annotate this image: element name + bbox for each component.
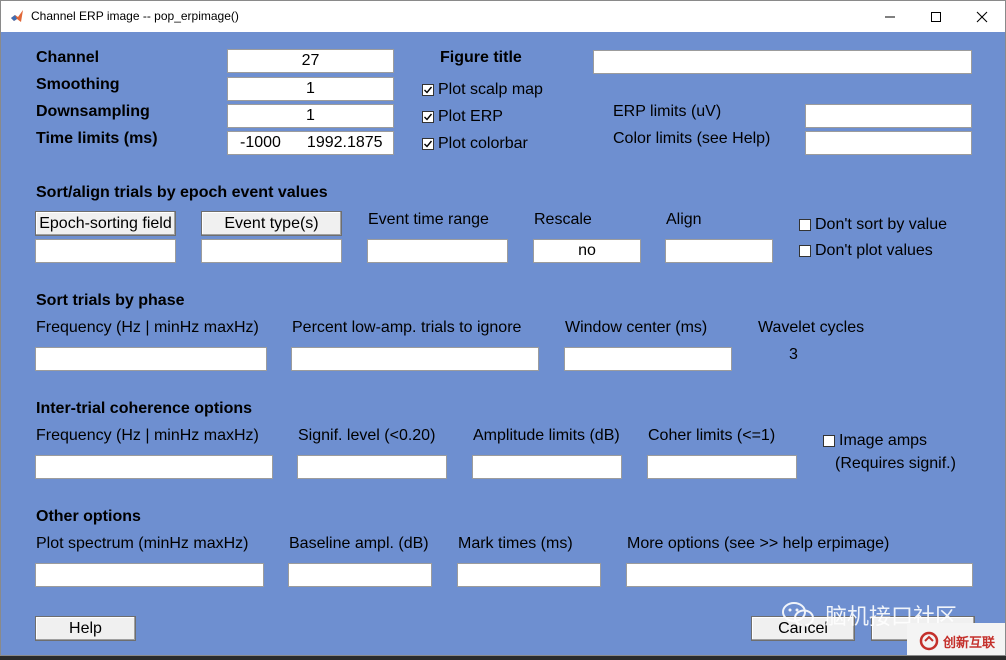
event-types-input[interactable] bbox=[201, 239, 342, 263]
dont-plot-checkbox[interactable]: Don't plot values bbox=[799, 242, 933, 260]
dialog-content: Channel 27 Smoothing 1 Downsampling 1 Ti… bbox=[1, 32, 1005, 655]
percent-low-amp-label: Percent low-amp. trials to ignore bbox=[292, 319, 522, 336]
wechat-icon bbox=[782, 602, 814, 627]
phase-heading: Sort trials by phase bbox=[36, 292, 185, 309]
rescale-input[interactable]: no bbox=[533, 239, 641, 263]
checkbox-box bbox=[422, 138, 434, 150]
plot-scalp-map-checkbox[interactable]: Plot scalp map bbox=[422, 81, 543, 99]
checkbox-box bbox=[799, 219, 811, 231]
mark-times-field[interactable] bbox=[457, 563, 601, 587]
watermark-logo: 创新互联 bbox=[907, 623, 1005, 655]
help-button[interactable]: Help bbox=[35, 616, 136, 641]
close-icon bbox=[976, 11, 988, 22]
channel-field[interactable]: 27 bbox=[227, 49, 394, 73]
event-time-range-input[interactable] bbox=[367, 239, 508, 263]
window-center-label: Window center (ms) bbox=[565, 319, 708, 336]
epoch-sorting-field-button[interactable]: Epoch-sorting field bbox=[35, 211, 176, 236]
checkbox-box bbox=[823, 435, 835, 447]
checkmark-icon bbox=[424, 140, 433, 148]
minimize-icon bbox=[885, 16, 895, 17]
phase-frequency-field[interactable] bbox=[35, 347, 267, 371]
align-label: Align bbox=[666, 211, 702, 228]
window-center-field[interactable] bbox=[564, 347, 732, 371]
coherence-heading: Inter-trial coherence options bbox=[36, 400, 253, 417]
time-limits-end: 1992.1875 bbox=[306, 134, 383, 151]
image-amps-checkbox[interactable]: Image amps bbox=[823, 432, 927, 450]
checkbox-box bbox=[422, 84, 434, 96]
dont-plot-label: Don't plot values bbox=[815, 242, 933, 259]
checkbox-box bbox=[799, 245, 811, 257]
downsampling-label: Downsampling bbox=[36, 103, 150, 120]
dont-sort-checkbox[interactable]: Don't sort by value bbox=[799, 216, 947, 234]
title-bar: Channel ERP image -- pop_erpimage() bbox=[1, 1, 1005, 32]
erp-limits-label: ERP limits (uV) bbox=[613, 103, 722, 120]
sort-align-heading: Sort/align trials by epoch event values bbox=[36, 184, 328, 201]
coherence-frequency-label: Frequency (Hz | minHz maxHz) bbox=[36, 427, 259, 444]
plot-colorbar-checkbox[interactable]: Plot colorbar bbox=[422, 135, 528, 153]
plot-erp-label: Plot ERP bbox=[438, 108, 503, 125]
baseline-ampl-label: Baseline ampl. (dB) bbox=[289, 535, 429, 552]
erpimage-dialog: Channel ERP image -- pop_erpimage() Chan… bbox=[0, 0, 1006, 656]
event-time-range-label: Event time range bbox=[368, 211, 489, 228]
more-options-field[interactable] bbox=[626, 563, 973, 587]
signif-level-label: Signif. level (<0.20) bbox=[298, 427, 436, 444]
smoothing-label: Smoothing bbox=[36, 76, 120, 93]
time-limits-label: Time limits (ms) bbox=[36, 130, 158, 147]
time-limits-field[interactable]: -1000 1992.1875 bbox=[227, 131, 394, 155]
percent-low-amp-field[interactable] bbox=[291, 347, 539, 371]
maximize-icon bbox=[931, 11, 941, 22]
maximize-button[interactable] bbox=[913, 1, 959, 32]
rescale-label: Rescale bbox=[534, 211, 592, 228]
phase-frequency-label: Frequency (Hz | minHz maxHz) bbox=[36, 319, 259, 336]
wavelet-cycles-label: Wavelet cycles bbox=[758, 319, 865, 336]
plot-spectrum-field[interactable] bbox=[35, 563, 264, 587]
plot-colorbar-label: Plot colorbar bbox=[438, 135, 528, 152]
amplitude-limits-field[interactable] bbox=[472, 455, 622, 479]
window-title: Channel ERP image -- pop_erpimage() bbox=[31, 9, 239, 23]
other-options-heading: Other options bbox=[36, 508, 141, 525]
checkmark-icon bbox=[424, 86, 433, 94]
plot-scalp-map-label: Plot scalp map bbox=[438, 81, 543, 98]
smoothing-field[interactable]: 1 bbox=[227, 77, 394, 101]
logo-swirl-icon bbox=[919, 631, 939, 651]
color-limits-label: Color limits (see Help) bbox=[613, 130, 771, 147]
wavelet-cycles-value: 3 bbox=[789, 346, 798, 363]
color-limits-field[interactable] bbox=[805, 131, 972, 155]
minimize-button[interactable] bbox=[867, 1, 913, 32]
checkbox-box bbox=[422, 111, 434, 123]
matlab-icon bbox=[11, 10, 23, 22]
image-amps-label: Image amps bbox=[839, 432, 928, 449]
downsampling-field[interactable]: 1 bbox=[227, 104, 394, 128]
plot-erp-checkbox[interactable]: Plot ERP bbox=[422, 108, 503, 126]
align-input[interactable] bbox=[665, 239, 773, 263]
coher-limits-label: Coher limits (<=1) bbox=[648, 427, 776, 444]
requires-signif-note: (Requires signif.) bbox=[835, 455, 956, 472]
figure-title-label: Figure title bbox=[440, 49, 522, 66]
figure-title-field[interactable] bbox=[593, 50, 972, 74]
channel-label: Channel bbox=[36, 49, 100, 66]
amplitude-limits-label: Amplitude limits (dB) bbox=[473, 427, 620, 444]
erp-limits-field[interactable] bbox=[805, 104, 972, 128]
mark-times-label: Mark times (ms) bbox=[458, 535, 573, 552]
time-limits-start: -1000 bbox=[240, 134, 281, 151]
coherence-frequency-field[interactable] bbox=[35, 455, 273, 479]
watermark-logo-text: 创新互联 bbox=[942, 634, 995, 650]
plot-spectrum-label: Plot spectrum (minHz maxHz) bbox=[36, 535, 249, 552]
coher-limits-field[interactable] bbox=[647, 455, 797, 479]
dont-sort-label: Don't sort by value bbox=[815, 216, 948, 233]
event-types-button[interactable]: Event type(s) bbox=[201, 211, 342, 236]
signif-level-field[interactable] bbox=[297, 455, 447, 479]
baseline-ampl-field[interactable] bbox=[288, 563, 432, 587]
epoch-sorting-field-input[interactable] bbox=[35, 239, 176, 263]
close-button[interactable] bbox=[959, 1, 1005, 32]
more-options-label: More options (see >> help erpimage) bbox=[627, 535, 890, 552]
checkmark-icon bbox=[424, 113, 433, 121]
